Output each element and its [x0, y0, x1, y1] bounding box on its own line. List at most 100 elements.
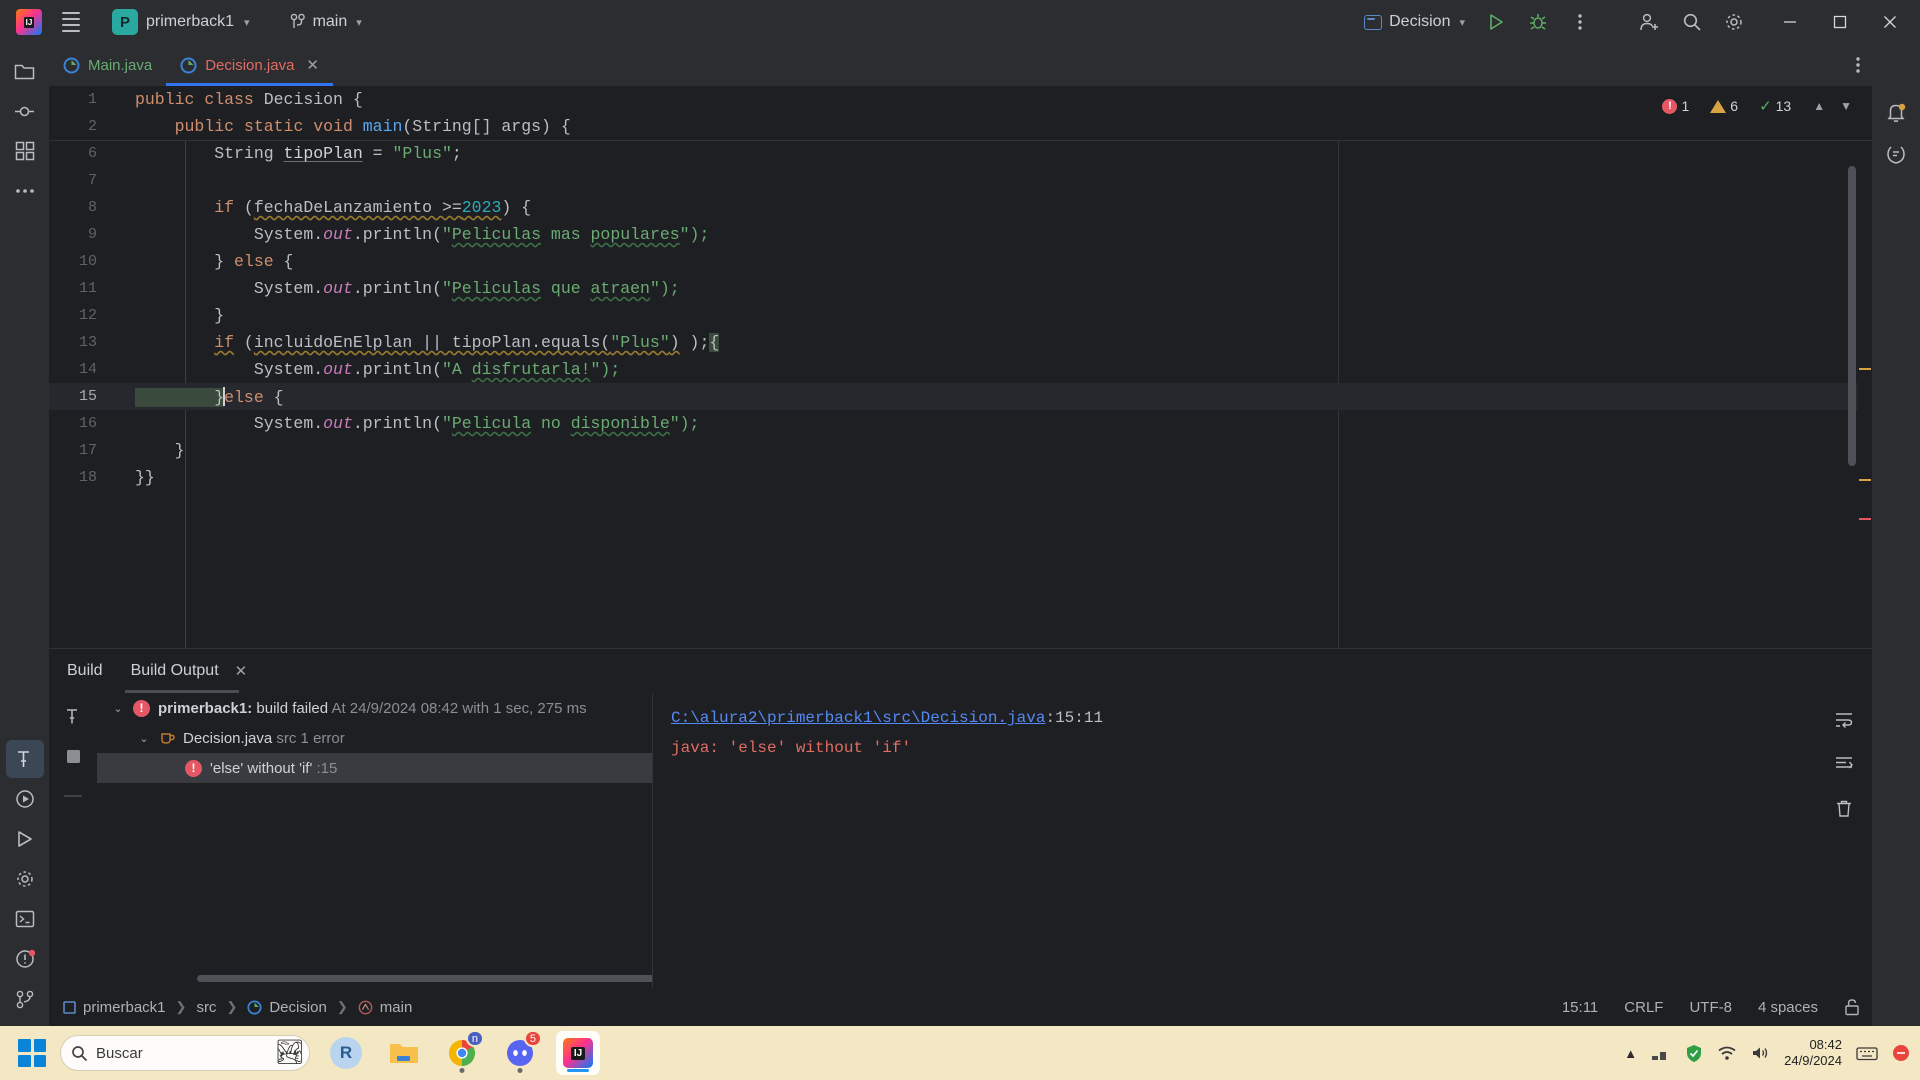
maximize-button[interactable] — [1816, 0, 1864, 44]
build-tree-row[interactable]: ⌄ Decision.java src 1 error — [97, 723, 652, 753]
minimize-button[interactable] — [1766, 0, 1814, 44]
chevron-down-icon[interactable]: ⌄ — [137, 732, 151, 745]
code-line[interactable]: 8 if (fechaDeLanzamiento >=2023) { — [49, 194, 1872, 221]
soft-wrap-icon[interactable] — [1827, 703, 1861, 737]
line-number[interactable]: 12 — [49, 307, 111, 324]
line-number[interactable]: 14 — [49, 361, 111, 378]
ai-assistant-button[interactable] — [1878, 136, 1914, 172]
inspection-widget[interactable]: ! 1 6 ✓ 13 ▲ ▼ — [1659, 96, 1852, 116]
code-line[interactable]: 6 String tipoPlan = "Plus"; — [49, 140, 1872, 167]
warning-marker[interactable] — [1859, 479, 1871, 481]
run-configuration-selector[interactable]: Decision ▾ — [1355, 9, 1474, 35]
line-number[interactable]: 9 — [49, 226, 111, 243]
sidebar-item-commit[interactable] — [6, 92, 44, 130]
breadcrumb-item-class[interactable]: Decision — [247, 999, 327, 1016]
line-number[interactable]: 7 — [49, 172, 111, 189]
chevron-up-icon[interactable]: ▲ — [1624, 1046, 1637, 1061]
clear-all-icon[interactable] — [1827, 791, 1861, 825]
line-number[interactable]: 16 — [49, 415, 111, 432]
error-count-badge[interactable]: ! 1 — [1659, 97, 1692, 115]
notifications-button[interactable] — [1878, 94, 1914, 130]
close-icon[interactable]: ✕ — [306, 56, 319, 74]
sticky-code-line[interactable]: 2 public static void main(String[] args)… — [49, 113, 1872, 140]
sidebar-item-structure[interactable] — [6, 132, 44, 170]
code-editor[interactable]: 1 public class Decision {2 public static … — [49, 86, 1872, 648]
taskbar-app-discord[interactable]: 5 — [498, 1030, 542, 1075]
build-tree[interactable]: ⌄! primerback1: build failed At 24/9/2024… — [97, 693, 653, 988]
line-number[interactable]: 1 — [49, 91, 111, 108]
editor-tab-main-java[interactable]: Main.java — [49, 44, 166, 86]
scroll-to-end-icon[interactable] — [1827, 747, 1861, 781]
network-icon[interactable] — [1651, 1045, 1671, 1061]
line-number[interactable]: 15 — [49, 388, 111, 405]
ok-count-badge[interactable]: ✓ 13 — [1756, 96, 1794, 116]
sidebar-item-project[interactable] — [6, 52, 44, 90]
sticky-code-line[interactable]: 1 public class Decision { — [49, 86, 1872, 113]
warning-marker[interactable] — [1859, 368, 1871, 370]
notification-icon[interactable] — [1892, 1044, 1910, 1062]
line-number[interactable]: 6 — [49, 145, 111, 162]
taskbar-app-intellij[interactable]: IJ — [556, 1031, 600, 1075]
warning-count-badge[interactable]: 6 — [1707, 97, 1741, 115]
code-line[interactable]: 9 System.out.println("Peliculas mas popu… — [49, 221, 1872, 248]
line-number[interactable]: 11 — [49, 280, 111, 297]
settings-button[interactable] — [1714, 5, 1754, 39]
unlock-icon[interactable] — [1844, 998, 1860, 1016]
keyboard-icon[interactable] — [1856, 1046, 1878, 1061]
git-branch-selector[interactable]: main ▾ — [282, 9, 370, 35]
breadcrumb-item-method[interactable]: main — [358, 999, 412, 1016]
taskbar-app-explorer[interactable] — [382, 1031, 426, 1075]
code-lines[interactable]: 6 String tipoPlan = "Plus"; 7 8 if (fechaD… — [49, 140, 1872, 648]
chevron-down-icon[interactable]: ⌄ — [111, 702, 125, 715]
line-number[interactable]: 10 — [49, 253, 111, 270]
breadcrumb-item-src[interactable]: src — [196, 999, 216, 1016]
sidebar-item-run[interactable] — [6, 780, 44, 818]
taskbar-app-chrome[interactable]: n — [440, 1030, 484, 1075]
caret-position[interactable]: 15:11 — [1562, 999, 1598, 1016]
build-output-console[interactable]: C:\alura2\primerback1\src\Decision.java:… — [653, 693, 1816, 988]
sidebar-item-more[interactable] — [6, 172, 44, 210]
sidebar-item-services[interactable] — [6, 820, 44, 858]
search-everywhere-button[interactable] — [1672, 5, 1712, 39]
code-line[interactable]: 14 System.out.println("A disfrutarla!"); — [49, 356, 1872, 383]
taskbar-search-input[interactable]: Buscar 🏞 — [60, 1035, 310, 1071]
code-line[interactable]: 15 }else { — [49, 383, 1872, 410]
sidebar-item-build[interactable] — [5, 740, 44, 778]
security-icon[interactable] — [1685, 1044, 1703, 1063]
error-marker[interactable] — [1859, 518, 1871, 520]
wifi-icon[interactable] — [1717, 1045, 1737, 1061]
line-number[interactable]: 17 — [49, 442, 111, 459]
windows-start-icon[interactable] — [18, 1039, 46, 1067]
line-number[interactable]: 8 — [49, 199, 111, 216]
close-button[interactable] — [1866, 0, 1914, 44]
file-encoding[interactable]: UTF-8 — [1689, 999, 1732, 1016]
run-button[interactable] — [1476, 5, 1516, 39]
code-line[interactable]: 11 System.out.println("Peliculas que atr… — [49, 275, 1872, 302]
code-line[interactable]: 12 } — [49, 302, 1872, 329]
error-file-link[interactable]: C:\alura2\primerback1\src\Decision.java — [671, 709, 1045, 727]
editor-marker-stripe[interactable] — [1858, 86, 1872, 648]
breadcrumb-item-module[interactable]: primerback1 — [63, 999, 166, 1016]
sidebar-item-problems[interactable] — [6, 940, 44, 978]
debug-button[interactable] — [1518, 5, 1558, 39]
editor-scrollbar-thumb[interactable] — [1848, 166, 1856, 466]
indent-setting[interactable]: 4 spaces — [1758, 999, 1818, 1016]
stop-build-button[interactable] — [56, 739, 90, 773]
line-number[interactable]: 2 — [49, 118, 111, 135]
chevron-down-icon[interactable]: ▼ — [1840, 99, 1852, 113]
code-line[interactable]: 16 System.out.println("Pelicula no dispo… — [49, 410, 1872, 437]
rerun-build-button[interactable] — [56, 699, 90, 733]
code-line[interactable]: 17 } — [49, 437, 1872, 464]
build-tree-hscrollbar[interactable] — [197, 975, 652, 982]
code-line[interactable]: 7 — [49, 167, 1872, 194]
chevron-up-icon[interactable]: ▲ — [1813, 99, 1825, 113]
taskbar-clock[interactable]: 08:42 24/9/2024 — [1784, 1037, 1842, 1070]
taskbar-app-r[interactable]: R — [324, 1031, 368, 1075]
sidebar-item-terminal[interactable] — [6, 900, 44, 938]
more-actions-button[interactable] — [1560, 5, 1600, 39]
code-line[interactable]: 10 } else { — [49, 248, 1872, 275]
sidebar-item-settings[interactable] — [6, 860, 44, 898]
editor-tab-decision-java[interactable]: Decision.java ✕ — [166, 44, 333, 86]
project-selector[interactable]: P primerback1 ▾ — [104, 5, 258, 39]
close-icon[interactable]: ✕ — [235, 662, 248, 680]
